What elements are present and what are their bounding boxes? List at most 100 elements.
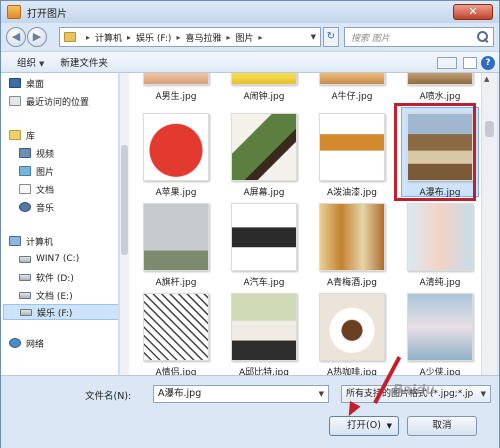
navigation-bar: ◀ ▶ ▸ 计算机 ▸ 娱乐 (F:) ▸ 喜马拉雅 ▸ 图片 ▸ ▼ ↻ 搜索…	[1, 23, 499, 51]
title-bar[interactable]: 打开图片 ✕	[1, 1, 499, 23]
close-button[interactable]: ✕	[453, 4, 493, 20]
file-name: A喷水.jpg	[419, 92, 461, 102]
forward-button[interactable]: ▶	[27, 27, 47, 47]
file-thumbnail	[407, 293, 473, 361]
chevron-down-icon: ▼	[39, 60, 45, 68]
organize-label: 组织	[17, 58, 37, 69]
breadcrumb-pictures[interactable]: 图片	[236, 31, 254, 44]
file-thumbnail	[319, 203, 385, 271]
address-dropdown-icon[interactable]: ▼	[311, 33, 316, 41]
view-options-icon[interactable]	[437, 57, 457, 69]
sidebar-item-label: 文档	[36, 185, 55, 196]
watermark: Baidu	[393, 383, 435, 398]
organize-menu[interactable]: 组织 ▼	[17, 55, 44, 69]
breadcrumb-separator[interactable]: ▸	[259, 33, 263, 42]
file-name: A热咖啡.jpg	[327, 368, 377, 375]
file-item[interactable]: A旗杆.jpg	[135, 203, 217, 288]
file-name: A牛仔.jpg	[331, 92, 373, 102]
file-name: A少侠.jpg	[419, 368, 461, 375]
new-folder-button[interactable]: 新建文件夹	[60, 55, 108, 69]
file-name: A屏幕.jpg	[243, 188, 285, 198]
sidebar-item-pictures[interactable]: 图片	[19, 163, 118, 179]
scroll-up-icon[interactable]: ▲	[484, 75, 489, 83]
breadcrumb-separator[interactable]: ▸	[176, 33, 180, 42]
breadcrumb-drive-f[interactable]: 娱乐 (F:)	[136, 31, 171, 44]
chevron-down-icon[interactable]: ▼	[387, 417, 392, 435]
file-item[interactable]: A清纯.jpg	[399, 203, 481, 288]
sidebar-item-label: 桌面	[26, 79, 45, 90]
file-item[interactable]: A青梅酒.jpg	[311, 203, 393, 288]
file-thumbnail	[319, 293, 385, 361]
preview-pane-icon[interactable]	[463, 57, 477, 69]
file-name: A汽车.jpg	[243, 278, 285, 288]
file-thumbnail	[231, 293, 297, 361]
sidebar-scrollbar[interactable]	[119, 73, 129, 375]
desktop-icon	[9, 78, 21, 88]
sidebar-item-libraries[interactable]: 库	[9, 127, 118, 143]
sidebar-item-network[interactable]: 网络	[9, 335, 118, 351]
file-item[interactable]: A情侣.jpg	[135, 293, 217, 375]
sidebar-scrollbar-thumb[interactable]	[121, 145, 128, 255]
sidebar-item-drive-f[interactable]: 娱乐 (F:)	[3, 304, 118, 320]
file-item[interactable]: A邱比特.jpg	[223, 293, 305, 375]
sidebar-item-label: 最近访问的位置	[26, 97, 90, 108]
filename-label: 文件名(N):	[85, 391, 132, 402]
address-bar[interactable]: ▸ 计算机 ▸ 娱乐 (F:) ▸ 喜马拉雅 ▸ 图片 ▸ ▼	[59, 27, 321, 47]
help-icon[interactable]: ?	[481, 56, 495, 70]
sidebar-item-label: 文档 (E:)	[36, 291, 73, 302]
folder-icon	[64, 32, 76, 42]
file-thumbnail	[407, 73, 473, 85]
chevron-down-icon[interactable]: ▼	[481, 386, 486, 402]
sidebar-item-documents[interactable]: 文档	[19, 181, 118, 197]
file-thumbnail	[231, 113, 297, 181]
filename-value[interactable]: A瀑布.jpg	[158, 388, 201, 399]
search-input[interactable]: 搜索 图片	[351, 31, 476, 44]
file-thumbnail	[231, 203, 297, 271]
file-item[interactable]: A屏幕.jpg	[223, 113, 305, 198]
annotation-highlight-frame	[394, 103, 476, 201]
file-list-scrollbar[interactable]: ▲	[481, 73, 497, 375]
cancel-button[interactable]: 取消	[407, 416, 477, 436]
navigation-pane: 桌面 最近访问的位置 库 视频 图片 文档 音乐 计算机 WIN7 (C:) 软…	[1, 73, 119, 375]
file-thumbnail	[143, 113, 209, 181]
drive-icon	[19, 255, 31, 263]
breadcrumb-separator[interactable]: ▸	[226, 33, 230, 42]
file-name: A青梅酒.jpg	[327, 278, 377, 288]
chevron-down-icon[interactable]: ▼	[319, 386, 324, 402]
sidebar-item-drive-d[interactable]: 软件 (D:)	[19, 269, 118, 285]
file-list-scrollbar-thumb[interactable]	[485, 121, 494, 137]
file-name: A泼油漆.jpg	[327, 188, 377, 198]
sidebar-item-drive-c[interactable]: WIN7 (C:)	[19, 251, 118, 267]
sidebar-item-recent[interactable]: 最近访问的位置	[9, 93, 118, 109]
open-button[interactable]: 打开(O) ▼	[329, 416, 399, 436]
file-name: A男生.jpg	[155, 92, 197, 102]
command-toolbar: 组织 ▼ 新建文件夹 ?	[1, 51, 499, 73]
file-item[interactable]: A热咖啡.jpg	[311, 293, 393, 375]
sidebar-item-label: 音乐	[36, 203, 55, 214]
sidebar-item-desktop[interactable]: 桌面	[9, 75, 118, 91]
sidebar-item-drive-e[interactable]: 文档 (E:)	[19, 287, 118, 303]
filename-input[interactable]: A瀑布.jpg ▼	[153, 385, 329, 403]
sidebar-item-computer[interactable]: 计算机	[9, 233, 118, 249]
file-item[interactable]: A少侠.jpg	[399, 293, 481, 375]
refresh-button[interactable]: ↻	[323, 27, 339, 47]
search-box[interactable]: 搜索 图片	[344, 27, 494, 47]
sidebar-item-videos[interactable]: 视频	[19, 145, 118, 161]
file-item[interactable]: A泼油漆.jpg	[311, 113, 393, 198]
back-button[interactable]: ◀	[6, 27, 26, 47]
search-icon[interactable]	[476, 30, 490, 44]
drive-icon	[19, 291, 31, 299]
breadcrumb-himalaya[interactable]: 喜马拉雅	[185, 31, 221, 44]
file-thumbnail	[143, 203, 209, 271]
file-name: A闹钟.jpg	[243, 92, 285, 102]
file-name: A旗杆.jpg	[155, 278, 197, 288]
video-library-icon	[19, 148, 31, 158]
breadcrumb-separator[interactable]: ▸	[127, 33, 131, 42]
sidebar-item-label: 网络	[26, 339, 45, 350]
breadcrumb-computer[interactable]: 计算机	[95, 31, 122, 44]
open-button-label: 打开(O)	[347, 420, 381, 431]
document-library-icon	[19, 184, 31, 194]
file-item[interactable]: A苹果.jpg	[135, 113, 217, 198]
sidebar-item-music[interactable]: 音乐	[19, 199, 118, 215]
file-item[interactable]: A汽车.jpg	[223, 203, 305, 288]
